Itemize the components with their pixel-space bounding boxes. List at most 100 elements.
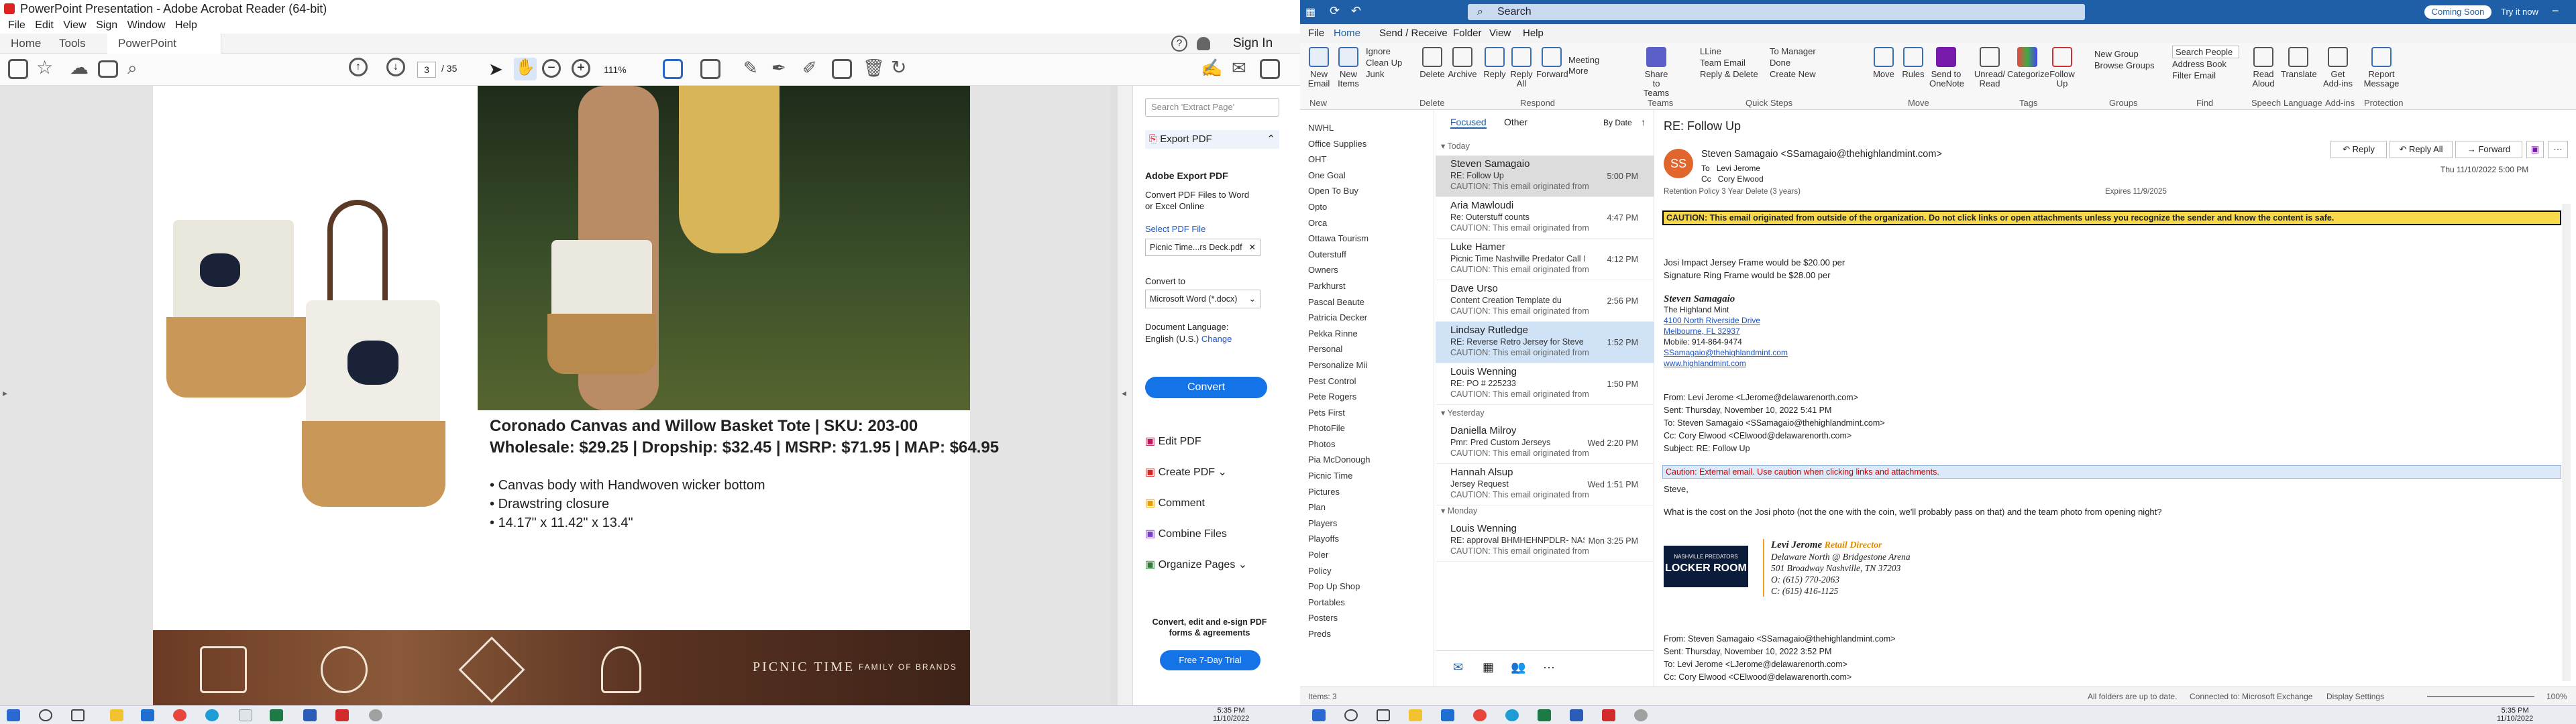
bell-icon[interactable] bbox=[1197, 37, 1210, 50]
folder-item[interactable]: Orca bbox=[1300, 215, 1434, 231]
categorize-button[interactable]: Categorize bbox=[2007, 47, 2049, 79]
folder-item[interactable]: Parkhurst bbox=[1300, 278, 1434, 294]
menu-view[interactable]: View bbox=[1489, 24, 1511, 43]
get-addins-button[interactable]: Get Add-ins bbox=[2322, 47, 2353, 88]
tools-search-input[interactable]: Search 'Extract Page' bbox=[1145, 98, 1279, 117]
app-icon[interactable] bbox=[369, 709, 382, 721]
tab-document[interactable]: PowerPoint Present... ✕ bbox=[107, 34, 221, 70]
right-panel-toggle-icon[interactable]: ◂ bbox=[1122, 387, 1126, 399]
start-icon[interactable] bbox=[1312, 709, 1326, 721]
quick-step[interactable]: Done bbox=[1770, 57, 1816, 68]
zoom-in-icon[interactable]: + bbox=[572, 59, 590, 78]
delete-button[interactable]: Delete bbox=[1419, 47, 1445, 79]
folder-item[interactable]: Portables bbox=[1300, 595, 1434, 611]
move-button[interactable]: Move bbox=[1870, 47, 1897, 79]
pen-icon[interactable]: ✒ bbox=[771, 58, 786, 78]
menu-folder[interactable]: Folder bbox=[1453, 24, 1482, 43]
chrome-icon[interactable] bbox=[173, 709, 186, 721]
file-explorer-icon[interactable] bbox=[1409, 709, 1422, 721]
message-item[interactable]: Lindsay Rutledge RE: Reverse Retro Jersey… bbox=[1436, 322, 1654, 363]
folder-item[interactable]: Pekka Rinne bbox=[1300, 326, 1434, 342]
free-trial-button[interactable]: Free 7-Day Trial bbox=[1160, 650, 1260, 670]
outlook-icon[interactable] bbox=[1441, 709, 1454, 721]
clean-up-button[interactable]: Clean Up bbox=[1366, 57, 1402, 68]
forward-button[interactable]: Forward bbox=[1536, 47, 1568, 79]
reply-all-button[interactable]: Reply All bbox=[1508, 47, 1535, 88]
forward-button[interactable]: → Forward bbox=[2455, 141, 2522, 158]
new-group-button[interactable]: New Group bbox=[2094, 48, 2155, 60]
folder-item[interactable]: Playoffs bbox=[1300, 531, 1434, 547]
edge-icon[interactable] bbox=[205, 709, 219, 721]
folder-item[interactable]: Open To Buy bbox=[1300, 183, 1434, 199]
comment-icon[interactable]: ✎ bbox=[743, 58, 758, 78]
upload-icon[interactable]: ☁ bbox=[70, 56, 89, 78]
signature-email-link[interactable]: SSamagaio@thehighlandmint.com bbox=[1664, 348, 1788, 357]
translate-button[interactable]: Translate bbox=[2281, 47, 2317, 79]
selected-file[interactable]: Picnic Time...rs Deck.pdf ✕ bbox=[1145, 239, 1260, 256]
mail-icon[interactable]: ✉ bbox=[1453, 660, 1463, 674]
tool-comment[interactable]: ▣ Comment bbox=[1145, 488, 1247, 519]
undo-icon[interactable]: ↶ bbox=[1351, 4, 1361, 18]
folder-item[interactable]: Photos bbox=[1300, 436, 1434, 452]
folder-item[interactable]: Players bbox=[1300, 516, 1434, 532]
word-icon[interactable] bbox=[303, 709, 317, 721]
edge-icon[interactable] bbox=[1505, 709, 1519, 721]
signature-address-link[interactable]: Melbourne, FL 32937 bbox=[1664, 326, 1740, 336]
zoom-slider[interactable] bbox=[2427, 696, 2534, 697]
browse-groups-button[interactable]: Browse Groups bbox=[2094, 60, 2155, 71]
folder-item[interactable]: PhotoFile bbox=[1300, 420, 1434, 436]
left-panel-toggle-icon[interactable]: ▸ bbox=[3, 387, 7, 399]
message-item[interactable]: Luke Hamer Picnic Time Nashville Predator… bbox=[1436, 239, 1654, 280]
other-tab[interactable]: Other bbox=[1504, 117, 1527, 127]
menu-help[interactable]: Help bbox=[1523, 24, 1544, 43]
next-page-icon[interactable]: ↓ bbox=[386, 58, 405, 76]
quick-step[interactable]: Reply & Delete bbox=[1700, 68, 1758, 80]
close-icon[interactable]: ✕ bbox=[1249, 239, 1256, 255]
sync-icon[interactable]: ⟳ bbox=[1330, 4, 1340, 18]
folder-item[interactable]: Plan bbox=[1300, 499, 1434, 516]
outlook-icon[interactable] bbox=[141, 709, 154, 721]
signature-web-link[interactable]: www.highlandmint.com bbox=[1664, 359, 1746, 368]
menu-home[interactable]: Home bbox=[1334, 24, 1361, 45]
hand-tool-icon[interactable]: ✋ bbox=[514, 58, 537, 80]
tool-edit-pdf[interactable]: ▣ Edit PDF bbox=[1145, 426, 1247, 457]
file-explorer-icon[interactable] bbox=[110, 709, 123, 721]
read-aloud-button[interactable]: Read Aloud bbox=[2250, 47, 2277, 88]
scroll-mode-icon[interactable] bbox=[700, 59, 720, 79]
folder-item[interactable]: Pia McDonough bbox=[1300, 452, 1434, 468]
delete-icon[interactable]: 🗑 bbox=[863, 58, 885, 78]
menu-window[interactable]: Window bbox=[127, 19, 166, 31]
message-item[interactable]: Aria Mawloudi Re: Outerstuff counts CAUTIO… bbox=[1436, 197, 1654, 239]
minimize-icon[interactable]: − bbox=[2552, 4, 2559, 18]
folder-item[interactable]: Personalize Mii bbox=[1300, 357, 1434, 373]
new-email-button[interactable]: New Email bbox=[1305, 47, 1332, 88]
message-item[interactable]: Steven Samagaio RE: Follow Up CAUTION: Thi… bbox=[1436, 156, 1654, 197]
sort-dropdown[interactable]: By Date bbox=[1603, 118, 1632, 127]
more-actions-icon[interactable]: ··· bbox=[2548, 141, 2568, 158]
menu-view[interactable]: View bbox=[63, 19, 86, 31]
excel-icon[interactable] bbox=[1538, 709, 1551, 721]
word-icon[interactable] bbox=[1570, 709, 1583, 721]
folder-item[interactable]: One Goal bbox=[1300, 168, 1434, 184]
unread-read-button[interactable]: Unread/ Read bbox=[1974, 47, 2006, 88]
share-to-teams-button[interactable]: Share to Teams bbox=[1641, 47, 1672, 98]
ignore-button[interactable]: Ignore bbox=[1366, 46, 1402, 57]
more-button[interactable]: More bbox=[1568, 66, 1599, 76]
notepad-icon[interactable] bbox=[239, 709, 252, 721]
tool-organize-pages[interactable]: ▣ Organize Pages ⌄ bbox=[1145, 550, 1247, 581]
tool-combine-files[interactable]: ▣ Combine Files bbox=[1145, 519, 1247, 550]
task-view-icon[interactable] bbox=[71, 709, 85, 721]
search-icon[interactable] bbox=[39, 709, 52, 721]
stamp-icon[interactable] bbox=[832, 59, 852, 79]
select-pdf-label[interactable]: Select PDF File bbox=[1145, 224, 1205, 234]
folder-item[interactable]: Pascal Beaute bbox=[1300, 294, 1434, 310]
reading-scrollbar[interactable] bbox=[2563, 204, 2571, 681]
folder-item[interactable]: Policy bbox=[1300, 563, 1434, 579]
folder-item[interactable]: Picnic Time bbox=[1300, 468, 1434, 484]
mail-icon[interactable]: ✉ bbox=[1232, 58, 1246, 78]
acrobat-icon[interactable] bbox=[335, 709, 349, 721]
address-book-button[interactable]: Address Book bbox=[2172, 58, 2239, 70]
excel-icon[interactable] bbox=[270, 709, 283, 721]
quick-step[interactable]: LLine bbox=[1700, 46, 1758, 57]
folder-item[interactable]: OHT bbox=[1300, 152, 1434, 168]
